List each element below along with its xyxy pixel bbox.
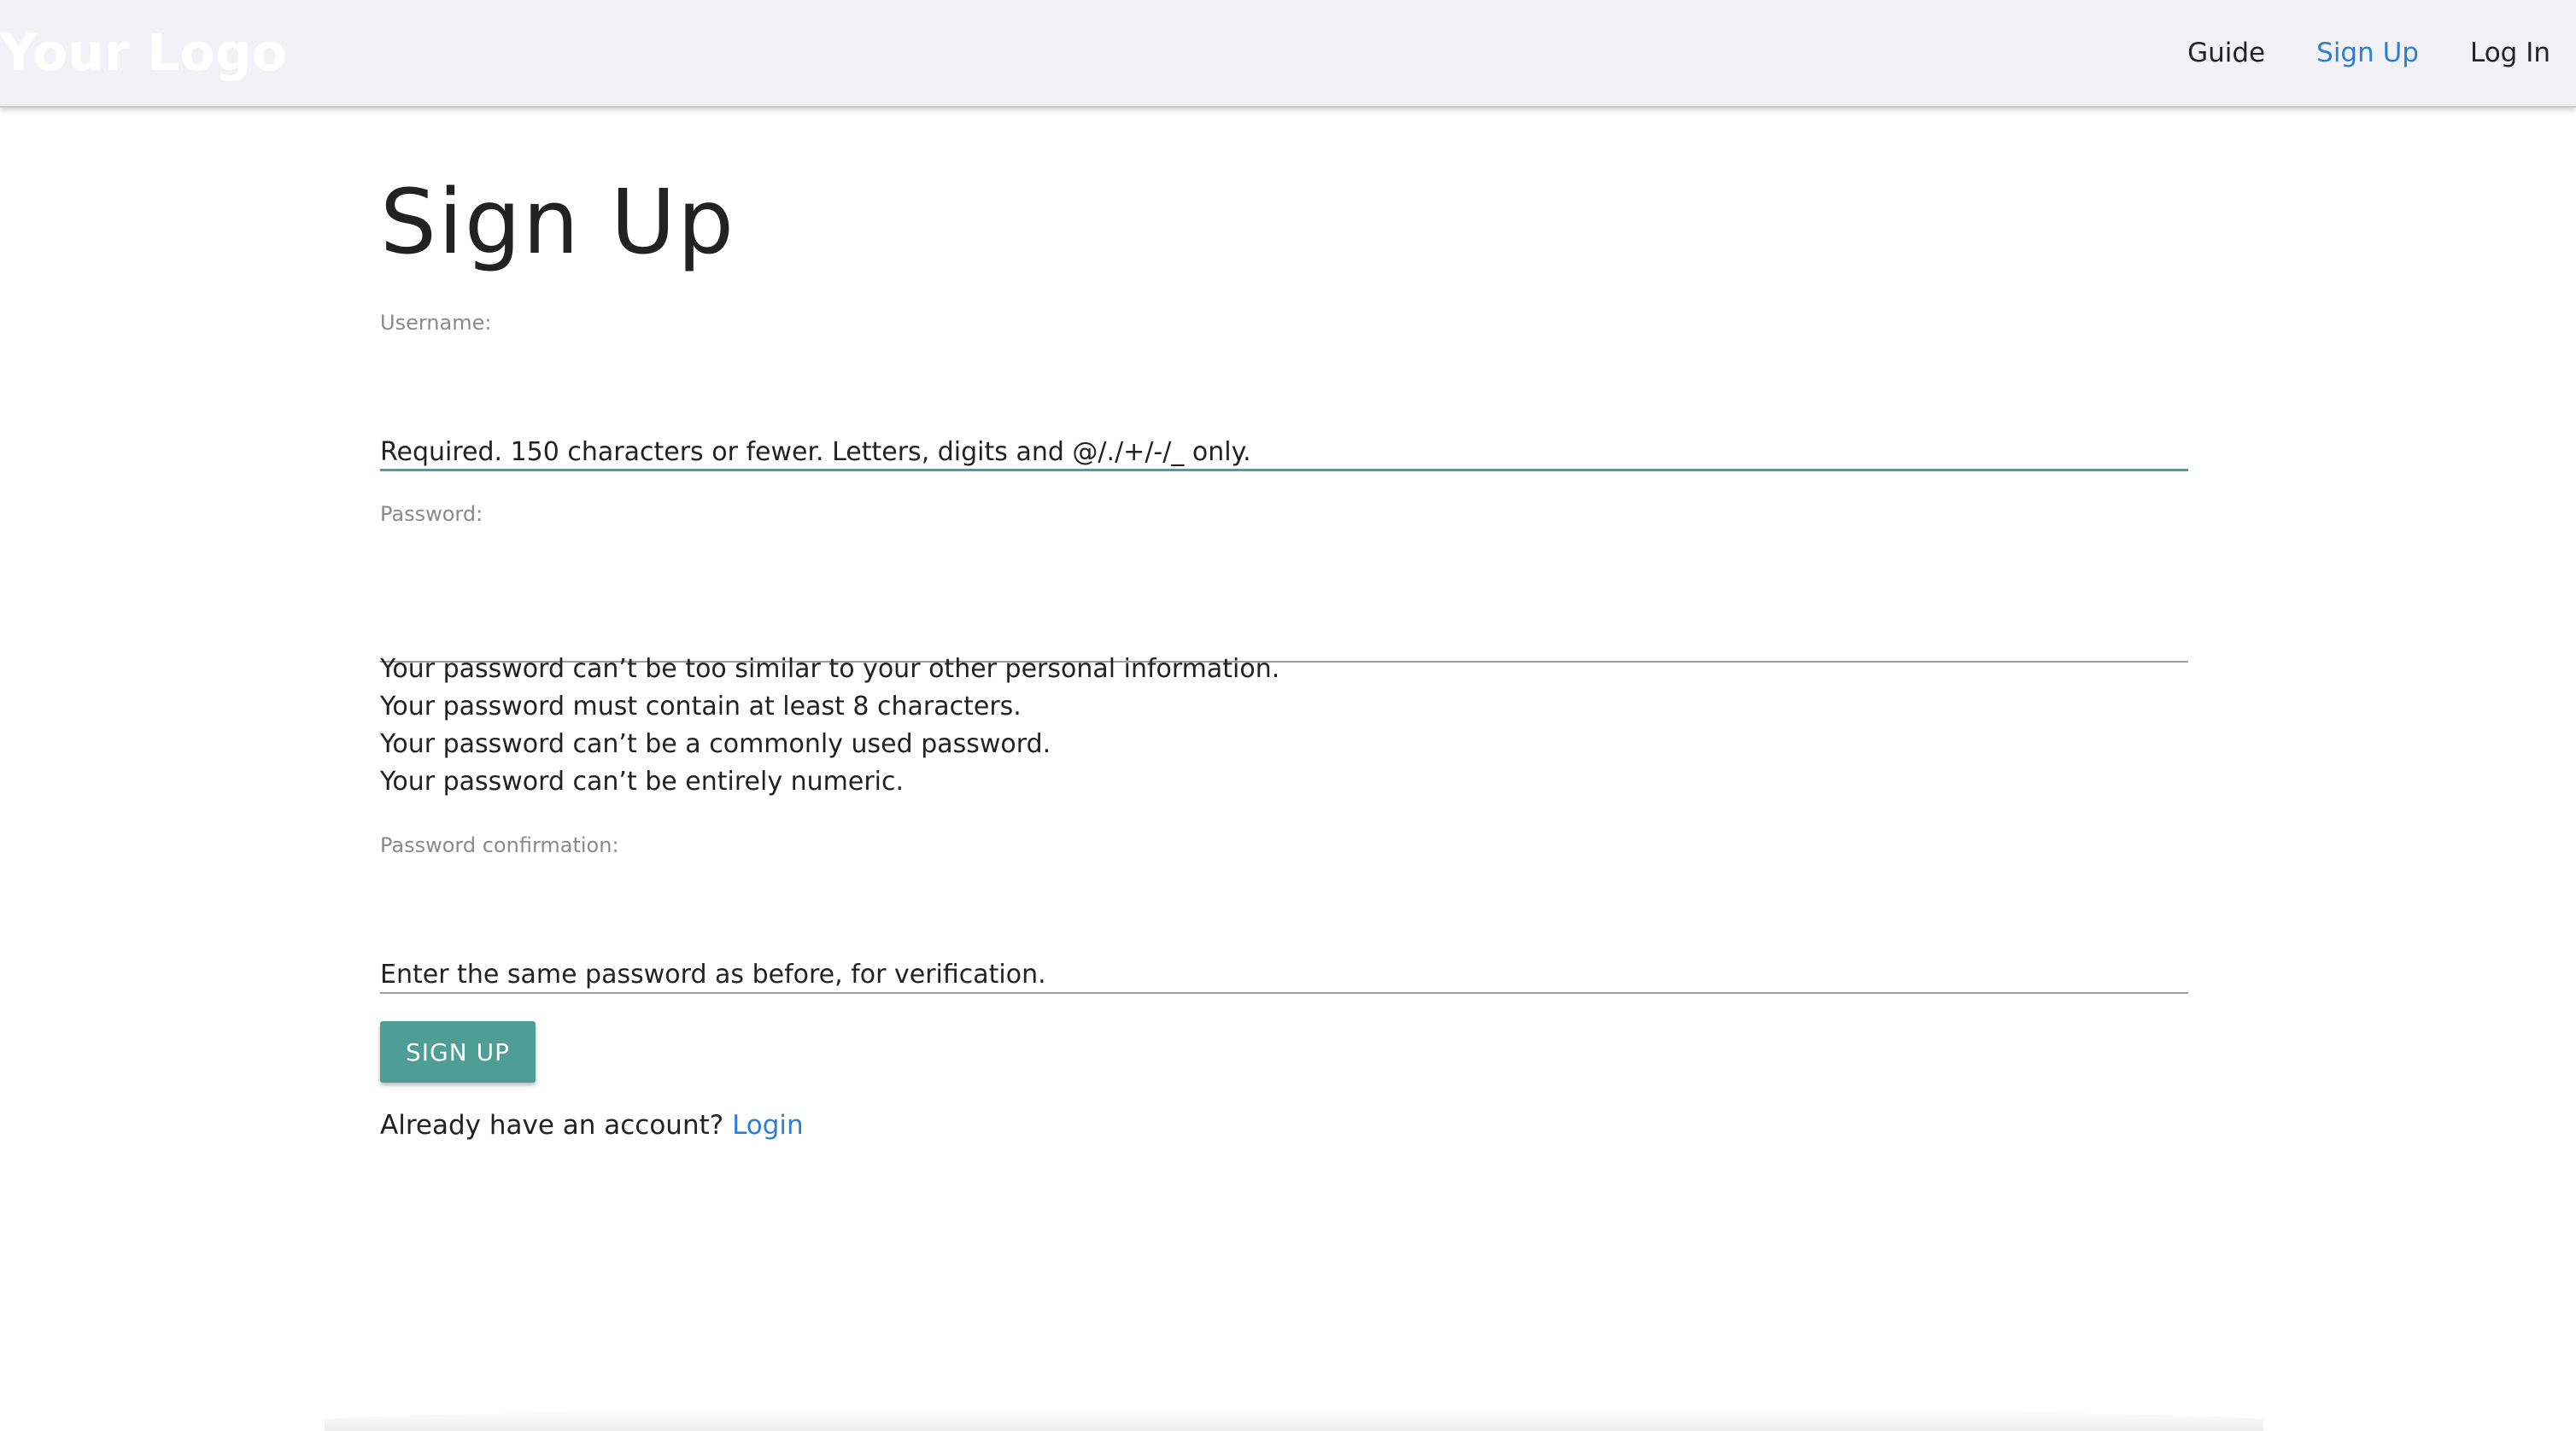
site-logo[interactable]: Your Logo: [0, 22, 287, 84]
password-confirmation-help-text: Enter the same password as before, for v…: [380, 960, 1046, 990]
main-nav: Guide Sign Up Log In: [2136, 31, 2550, 75]
login-link[interactable]: Login: [732, 1110, 804, 1141]
top-navbar: Your Logo Guide Sign Up Log In: [0, 0, 2576, 108]
password-label: Password:: [380, 502, 483, 526]
account-prompt-text: Already have an account?: [380, 1110, 724, 1141]
nav-login-link[interactable]: Log In: [2470, 31, 2550, 75]
password-help-item: Your password can’t be too similar to yo…: [380, 654, 1280, 684]
username-help-text: Required. 150 characters or fewer. Lette…: [380, 437, 1251, 467]
password-help-item: Your password can’t be a commonly used p…: [380, 729, 1051, 759]
account-prompt: Already have an account? Login: [380, 1107, 804, 1144]
signup-submit-button[interactable]: SIGN UP: [380, 1021, 536, 1083]
password-help-list: Your password can’t be too similar to yo…: [380, 651, 1279, 801]
password-help-item: Your password must contain at least 8 ch…: [380, 692, 1022, 721]
bottom-shadow: [325, 1409, 2263, 1431]
password-help-item: Your password can’t be entirely numeric.: [380, 767, 905, 797]
username-label: Username:: [380, 311, 492, 335]
nav-guide-link[interactable]: Guide: [2187, 31, 2265, 75]
page-title: Sign Up: [380, 170, 736, 274]
password-confirmation-label: Password confirmation:: [380, 833, 619, 857]
nav-signup-link[interactable]: Sign Up: [2316, 31, 2419, 75]
